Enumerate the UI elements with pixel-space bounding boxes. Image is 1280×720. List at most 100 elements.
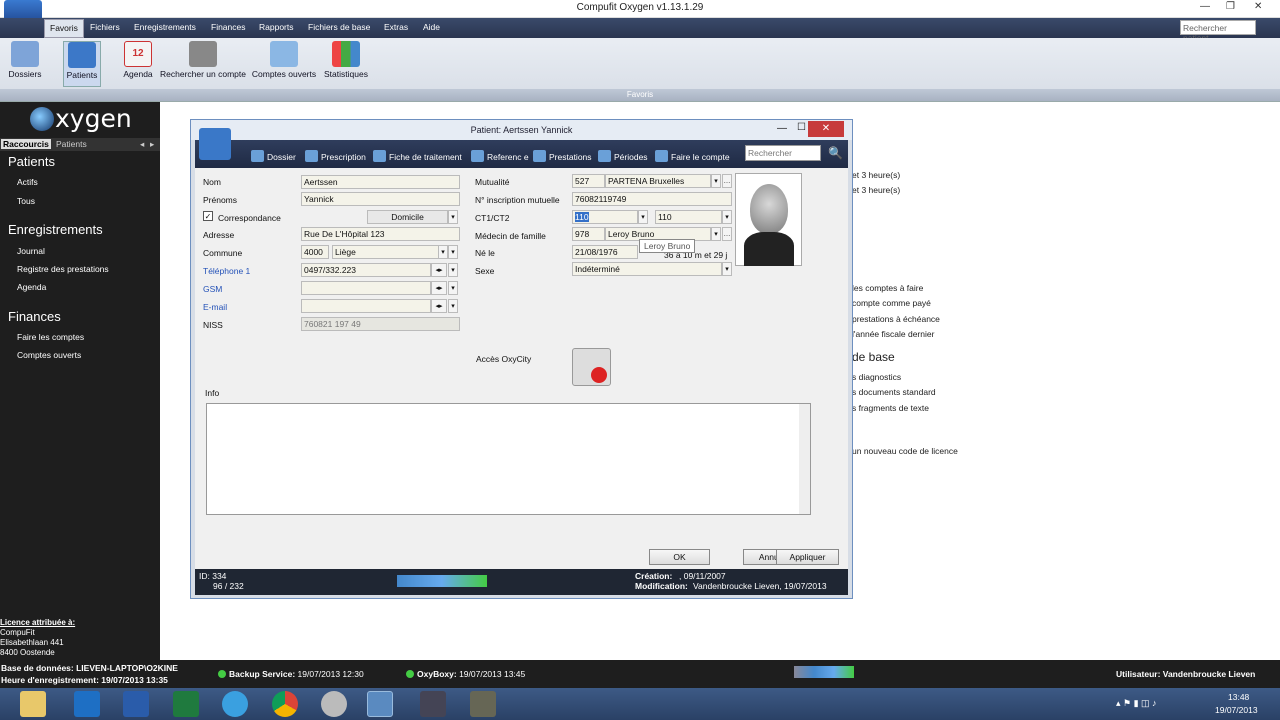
ct1-select[interactable]: 110 [572, 210, 638, 224]
close-dialog-button[interactable]: ✕ [808, 121, 844, 137]
excel-icon[interactable] [173, 691, 199, 717]
tool-periodes[interactable]: Périodes [598, 150, 648, 162]
adresse-field[interactable]: Rue De L'Hôpital 123 [301, 227, 460, 241]
appliquer-button[interactable]: Appliquer [776, 549, 839, 565]
comptes-ouverts-button[interactable]: Comptes ouverts [251, 41, 317, 87]
sync-icons[interactable] [794, 666, 854, 678]
cp-field[interactable]: 4000 [301, 245, 329, 259]
sidebar-item-tous[interactable]: Tous [17, 196, 35, 206]
oxygen-app-icon[interactable] [367, 691, 393, 717]
sidebar-item-actifs[interactable]: Actifs [17, 177, 38, 187]
chevron-down-icon[interactable]: ▾ [448, 263, 458, 277]
word-icon[interactable] [123, 691, 149, 717]
prenoms-field[interactable]: Yannick [301, 192, 460, 206]
sidebar-item-registre[interactable]: Registre des prestations [17, 264, 109, 274]
bg-link[interactable]: un nouveau code de licence [852, 446, 958, 456]
menu-enregistrements[interactable]: Enregistrements [134, 22, 196, 32]
chevron-down-icon[interactable]: ▾ [722, 262, 732, 276]
statistiques-button[interactable]: Statistiques [322, 41, 370, 87]
maximize-icon[interactable]: ☐ [797, 122, 806, 133]
domicile-select[interactable]: Domicile [367, 210, 448, 224]
menu-favoris[interactable]: Favoris [44, 19, 84, 38]
sidebar-item-comptes-ouverts[interactable]: Comptes ouverts [17, 350, 81, 360]
outlook-icon[interactable] [74, 691, 100, 717]
scrollbar[interactable] [799, 404, 810, 514]
tab-patients[interactable]: Patients [54, 139, 89, 149]
sidebar-item-journal[interactable]: Journal [17, 246, 45, 256]
chevron-down-icon[interactable]: ▾ [438, 245, 448, 259]
bg-link[interactable]: compte comme payé [852, 298, 931, 308]
chevron-right-icon[interactable]: ▸ [148, 139, 156, 150]
sexe-select[interactable]: Indéterminé [572, 262, 722, 276]
tool-fiche[interactable]: Fiche de traitement [373, 150, 462, 162]
bg-link[interactable]: s fragments de texte [852, 403, 929, 413]
menu-rapports[interactable]: Rapports [259, 22, 294, 32]
chrome-icon[interactable] [272, 691, 298, 717]
chevron-down-icon[interactable]: ▾ [448, 210, 458, 224]
menu-fichiers[interactable]: Fichiers [90, 22, 120, 32]
sidebar-item-agenda[interactable]: Agenda [17, 282, 46, 292]
tray-icons[interactable]: ▴ ⚑ ▮ ◫ ♪ [1116, 698, 1157, 709]
sync-icons[interactable] [397, 575, 487, 587]
tool-dossier[interactable]: Dossier [251, 150, 296, 162]
menu-fichiers-de-base[interactable]: Fichiers de base [308, 22, 370, 32]
tool-prestations[interactable]: Prestations [533, 150, 592, 162]
mutualite-code-field[interactable]: 527 [572, 174, 605, 188]
tab-raccourcis[interactable]: Raccourcis [1, 139, 51, 149]
medecin-code-field[interactable]: 978 [572, 227, 605, 241]
email-label[interactable]: E-mail [203, 302, 227, 312]
menu-aide[interactable]: Aide [423, 22, 440, 32]
minimize-icon[interactable]: — [1200, 1, 1210, 12]
date-naissance-field[interactable]: 21/08/1976 [572, 245, 638, 259]
rechercher-compte-button[interactable]: Rechercher un compte [158, 41, 248, 87]
arrows-icon[interactable]: ◂▸ [431, 263, 447, 277]
chevron-down-icon[interactable]: ▾ [711, 227, 721, 241]
gsm-label[interactable]: GSM [203, 284, 222, 294]
chevron-left-icon[interactable]: ◂ [138, 139, 146, 150]
oxycity-button[interactable] [572, 348, 611, 386]
arrows-icon[interactable]: ◂▸ [431, 281, 447, 295]
bg-link[interactable]: les comptes à faire [852, 283, 923, 293]
email-field[interactable] [301, 299, 431, 313]
more-button[interactable]: … [722, 174, 732, 188]
restore-icon[interactable]: ❐ [1226, 1, 1235, 12]
patients-button[interactable]: Patients [63, 41, 101, 87]
chevron-down-icon[interactable]: ▾ [711, 174, 721, 188]
chevron-down-icon[interactable]: ▾ [448, 281, 458, 295]
menu-finances[interactable]: Finances [211, 22, 246, 32]
search-icon[interactable]: 🔍 [828, 146, 843, 160]
dossiers-button[interactable]: Dossiers [5, 41, 45, 87]
telephone-field[interactable]: 0497/332.223 [301, 263, 431, 277]
close-icon[interactable]: ✕ [1254, 1, 1262, 12]
explorer-icon[interactable] [20, 691, 46, 717]
ct2-select[interactable]: 110 [655, 210, 722, 224]
bg-link[interactable]: s documents standard [852, 387, 936, 397]
chevron-down-icon[interactable]: ▾ [638, 210, 648, 224]
commune-field[interactable]: Liège [332, 245, 440, 259]
gsm-field[interactable] [301, 281, 431, 295]
chevron-down-icon[interactable]: ▾ [448, 299, 458, 313]
tool-prescription[interactable]: Prescription [305, 150, 366, 162]
chevron-down-icon[interactable]: ▾ [722, 210, 732, 224]
dialog-search-input[interactable]: Rechercher [745, 145, 821, 161]
inscription-field[interactable]: 76082119749 [572, 192, 732, 206]
agenda-button[interactable]: 12 Agenda [121, 41, 155, 87]
more-button[interactable]: … [722, 227, 732, 241]
search-patient-input[interactable]: Rechercher patient [1180, 20, 1256, 43]
correspondance-checkbox[interactable]: ✓ [203, 211, 213, 221]
chevron-down-icon[interactable]: ▾ [448, 245, 458, 259]
tool-reference[interactable]: Referenc e [471, 150, 529, 162]
bg-link[interactable]: l'année fiscale dernier [852, 329, 934, 339]
nom-field[interactable]: Aertssen [301, 175, 460, 189]
app-icon[interactable] [470, 691, 496, 717]
ok-button[interactable]: OK [649, 549, 710, 565]
mutualite-select[interactable]: PARTENA Bruxelles [605, 174, 711, 188]
bg-link[interactable]: prestations à échéance [852, 314, 940, 324]
tool-faire-compte[interactable]: Faire le compte [655, 150, 730, 162]
app-icon[interactable] [420, 691, 446, 717]
menu-extras[interactable]: Extras [384, 22, 408, 32]
bg-link[interactable]: s diagnostics [852, 372, 901, 382]
sidebar-item-faire-comptes[interactable]: Faire les comptes [17, 332, 84, 342]
minimize-icon[interactable]: — [777, 123, 787, 134]
ie-icon[interactable] [222, 691, 248, 717]
